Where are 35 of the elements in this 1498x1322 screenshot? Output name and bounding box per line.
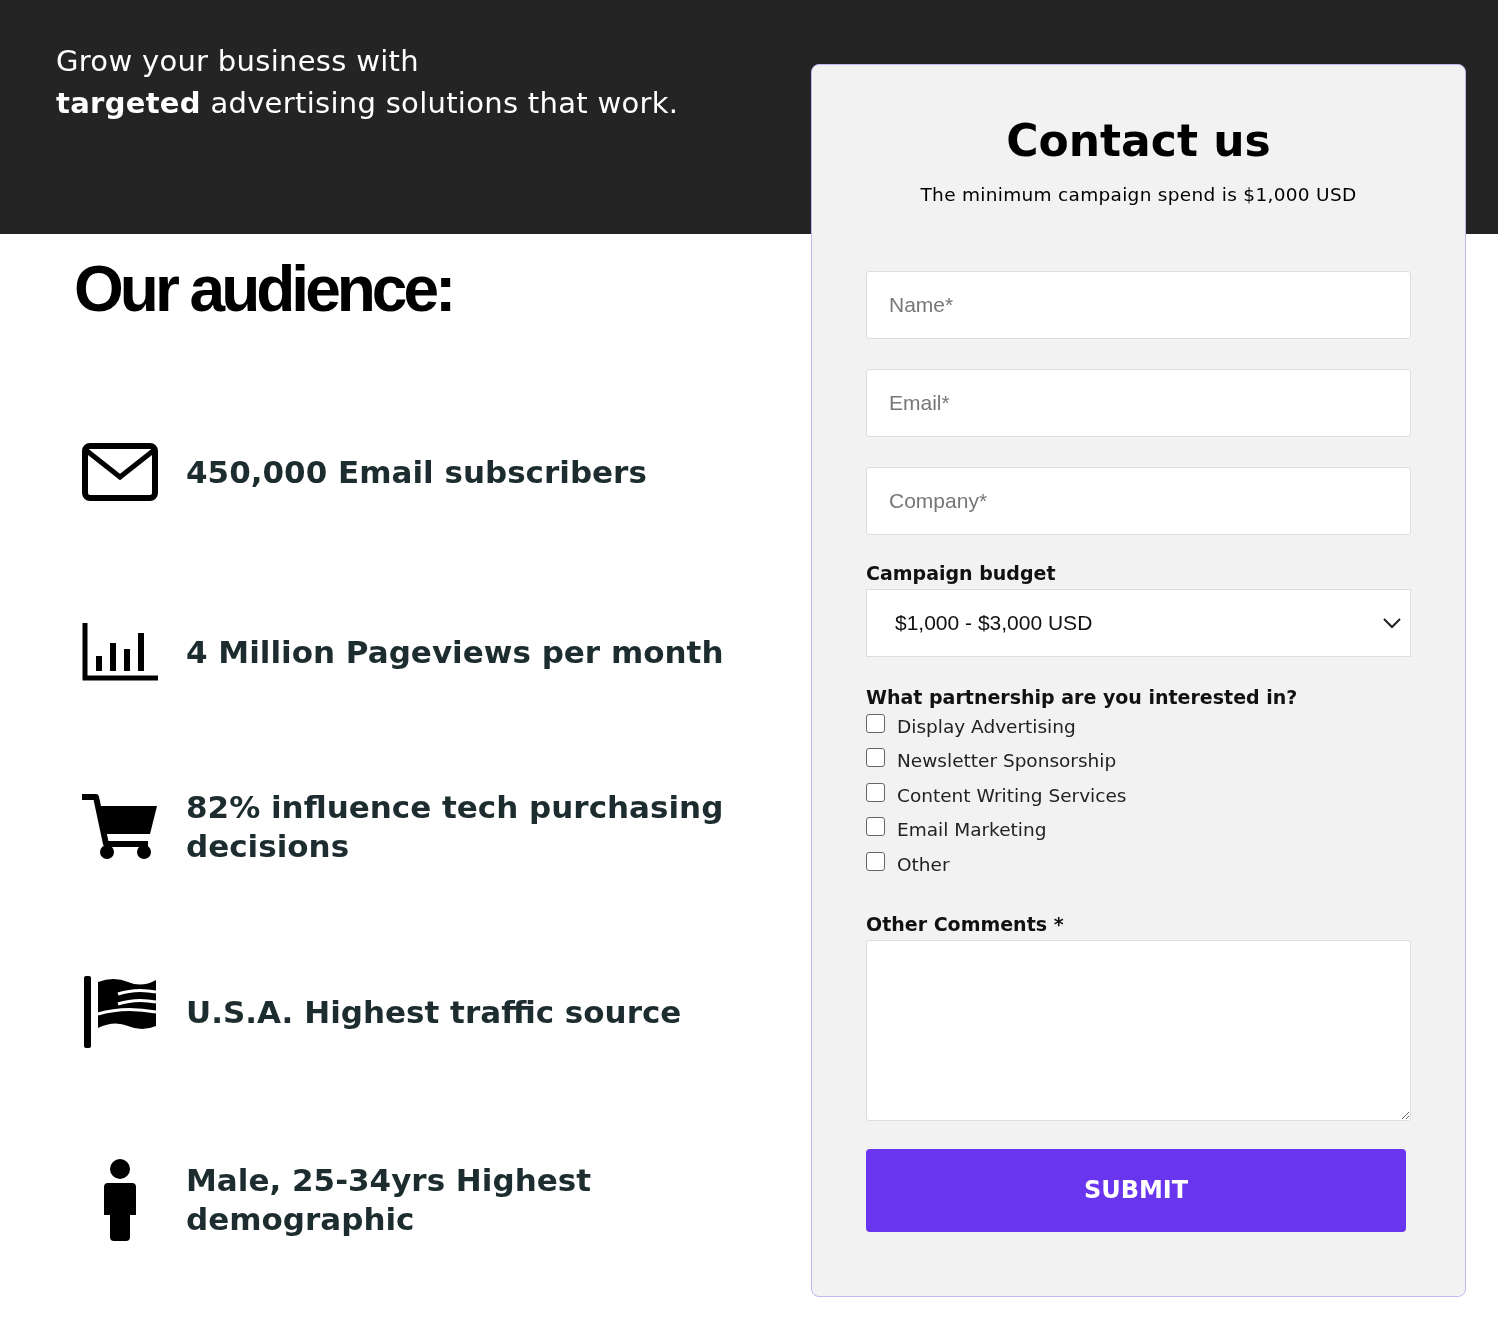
audience-heading: Our audience: <box>74 256 454 322</box>
comments-label: Other Comments * <box>866 911 1065 936</box>
contact-subtitle: The minimum campaign spend is $1,000 USD <box>919 184 1358 205</box>
checkbox-label: Email Marketing <box>897 819 1047 841</box>
checkbox[interactable] <box>866 748 885 768</box>
bar-chart-icon <box>82 623 158 681</box>
person-icon <box>104 1158 136 1241</box>
checkbox[interactable] <box>866 851 885 871</box>
text-field[interactable]: Name* <box>866 271 1411 339</box>
audience-stat: Male, 25-34yrs Highest demographic <box>186 1160 592 1239</box>
flag-icon <box>84 976 156 1048</box>
text-field[interactable]: Email* <box>866 369 1411 437</box>
audience-stat: 82% influence tech purchasing decisions <box>186 788 725 866</box>
envelope-icon <box>82 443 158 501</box>
checkbox-label: Other <box>897 853 950 875</box>
audience-stat: 4 Million Pageviews per month <box>186 632 725 672</box>
budget-select[interactable]: $1,000 - $3,000 USD <box>866 589 1411 657</box>
comments-field[interactable] <box>866 939 1411 1121</box>
submit-button[interactable]: SUBMIT <box>866 1148 1406 1232</box>
hero-line: targeted advertising solutions that work. <box>56 85 680 122</box>
chevron-down-icon <box>1382 617 1402 629</box>
hero-line: Grow your business with <box>56 43 420 80</box>
audience-stat: 450,000 Email subscribers <box>186 452 648 492</box>
checkbox[interactable] <box>866 713 885 733</box>
checkbox-label: Newsletter Sponsorship <box>897 750 1117 772</box>
budget-label: Campaign budget <box>866 561 1057 585</box>
partnership-question: What partnership are you interested in? <box>866 685 1299 709</box>
checkbox[interactable] <box>866 817 885 837</box>
shopping-cart-icon <box>82 794 158 860</box>
text-field[interactable]: Company* <box>866 467 1411 535</box>
checkbox-label: Display Advertising <box>897 715 1076 737</box>
checkbox-label: Content Writing Services <box>897 784 1127 806</box>
audience-stat: U.S.A. Highest traffic source <box>186 992 683 1032</box>
contact-heading: Contact us <box>1005 115 1272 166</box>
checkbox[interactable] <box>866 782 885 802</box>
